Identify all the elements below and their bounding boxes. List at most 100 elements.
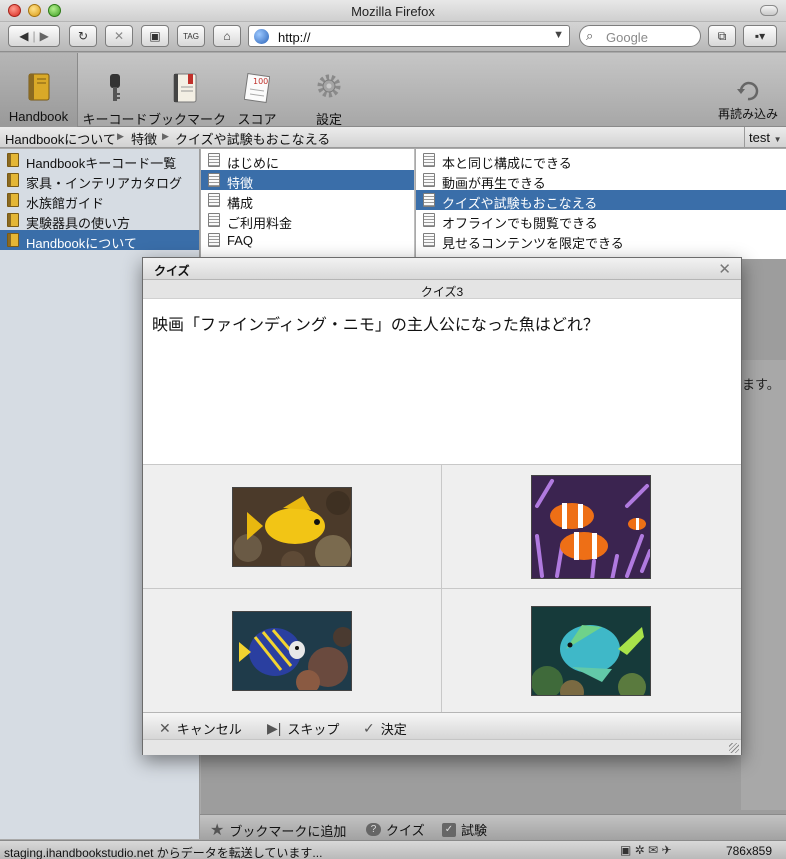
quiz-number: クイズ3 bbox=[143, 280, 741, 299]
toolbar-settings-label: 設定 bbox=[315, 112, 342, 127]
list-item-label: オフラインでも閲覧できる bbox=[442, 216, 598, 231]
list-item[interactable]: 本と同じ構成にできる bbox=[416, 150, 786, 171]
answer-choice-4[interactable] bbox=[442, 589, 740, 712]
breadcrumb-item[interactable]: Handbookについて bbox=[5, 129, 116, 148]
cancel-button[interactable]: ✕ キャンセル bbox=[159, 719, 242, 738]
list-item-label: クイズや試験もおこなえる bbox=[442, 196, 598, 211]
exam-button[interactable]: ✓ 試験 bbox=[442, 820, 487, 839]
dialog-status-strip bbox=[143, 739, 741, 755]
url-text[interactable]: http:// bbox=[278, 30, 311, 45]
search-icon[interactable]: ⌕ bbox=[586, 28, 593, 44]
book-icon bbox=[7, 213, 19, 227]
quiz-button[interactable]: ? クイズ bbox=[366, 820, 425, 839]
close-icon[interactable]: ✕ bbox=[718, 260, 731, 278]
camera-icon: ▪▾ bbox=[754, 29, 766, 43]
reload-button[interactable]: ↻ bbox=[69, 25, 97, 47]
url-dropdown-icon[interactable]: ▼ bbox=[553, 29, 564, 41]
list-item-label: 構成 bbox=[227, 196, 254, 211]
title-bar: Mozilla Firefox bbox=[0, 0, 786, 22]
chapter-list: はじめに 特徴 構成 ご利用料金 FAQ bbox=[201, 149, 415, 259]
answer-grid bbox=[143, 464, 741, 713]
back-forward-buttons[interactable]: ◀ | ▶ bbox=[8, 25, 60, 47]
tag-button[interactable]: TAG bbox=[177, 25, 205, 47]
toolbar-toggle-button[interactable] bbox=[760, 5, 778, 16]
reload-icon: ↻ bbox=[77, 29, 89, 43]
list-item[interactable]: 動画が再生できる bbox=[416, 170, 786, 191]
search-field[interactable]: ⌕ Google bbox=[579, 25, 701, 47]
list-item-selected[interactable]: Handbookについて bbox=[0, 230, 199, 251]
stop-button[interactable]: ✕ bbox=[105, 25, 133, 47]
emperor-angelfish-image bbox=[232, 610, 352, 691]
list-item[interactable]: Handbookキーコード一覧 bbox=[0, 150, 199, 171]
resize-grip-icon[interactable] bbox=[729, 743, 739, 753]
dialog-header: クイズ ✕ bbox=[143, 258, 741, 280]
list-item[interactable]: ご利用料金 bbox=[201, 210, 414, 231]
breadcrumb-item[interactable]: クイズや試験もおこなえる bbox=[175, 129, 330, 148]
breadcrumb-separator-icon: ▶ bbox=[117, 131, 124, 141]
window-button[interactable]: ▣ bbox=[141, 25, 169, 47]
toolbar-bookmark-label: ブックマーク bbox=[148, 112, 227, 127]
toolbar-handbook-label: Handbook bbox=[8, 109, 69, 124]
page-list: 本と同じ構成にできる 動画が再生できる クイズや試験もおこなえる オフラインでも… bbox=[416, 149, 786, 259]
list-item[interactable]: 家具・インテリアカタログ bbox=[0, 170, 199, 191]
page-icon bbox=[423, 193, 435, 207]
list-item-selected[interactable]: 特徴 bbox=[201, 170, 414, 191]
breadcrumb-item[interactable]: 特徴 bbox=[131, 129, 157, 148]
page-icon bbox=[208, 153, 220, 167]
list-item[interactable]: 構成 bbox=[201, 190, 414, 211]
content-text-fragment: ます。 bbox=[742, 377, 780, 392]
breadcrumb-separator-icon: ▶ bbox=[162, 131, 169, 141]
breadcrumb: Handbookについて ▶ 特徴 ▶ クイズや試験もおこなえる test ▼ bbox=[0, 127, 786, 148]
list-item[interactable]: オフラインでも閲覧できる bbox=[416, 210, 786, 231]
page-icon bbox=[208, 213, 220, 227]
reload-content-label: 再読み込み bbox=[717, 107, 778, 121]
yellow-fish-image bbox=[232, 486, 352, 567]
book-icon bbox=[7, 173, 19, 187]
list-item-selected[interactable]: クイズや試験もおこなえる bbox=[416, 190, 786, 211]
list-item[interactable]: 見せるコンテンツを限定できる bbox=[416, 230, 786, 251]
back-arrow-icon[interactable]: ◀ bbox=[19, 29, 28, 43]
list-item-label: 水族館ガイド bbox=[26, 196, 105, 211]
checkmark-icon: ✓ bbox=[363, 720, 375, 736]
page-icon bbox=[423, 153, 435, 167]
list-item-label: 見せるコンテンツを限定できる bbox=[442, 236, 624, 251]
home-button[interactable]: ⌂ bbox=[213, 25, 241, 47]
star-icon: ★ bbox=[210, 822, 225, 839]
settings-menu-button[interactable]: ▪▾ bbox=[743, 25, 777, 47]
gear-icon bbox=[317, 74, 341, 98]
url-bar[interactable]: http:// ▼ bbox=[248, 25, 570, 47]
list-item-label: Handbookキーコード一覧 bbox=[26, 156, 177, 171]
list-item-label: 特徴 bbox=[227, 176, 254, 191]
list-item-label: Handbookについて bbox=[26, 236, 137, 251]
add-bookmark-button[interactable]: ★ ブックマークに追加 bbox=[210, 820, 346, 840]
list-item[interactable]: 水族館ガイド bbox=[0, 190, 199, 211]
list-item[interactable]: はじめに bbox=[201, 150, 414, 171]
list-item[interactable]: 実験器具の使い方 bbox=[0, 210, 199, 231]
list-item-label: 本と同じ構成にできる bbox=[442, 156, 572, 171]
toolbar-bookmark[interactable]: ブックマーク bbox=[148, 53, 227, 127]
toolbar-settings[interactable]: 設定 bbox=[300, 53, 358, 127]
forward-arrow-icon[interactable]: ▶ bbox=[40, 29, 49, 43]
skip-button[interactable]: ▶| スキップ bbox=[267, 719, 339, 738]
list-item[interactable]: FAQ bbox=[201, 230, 414, 250]
decide-button[interactable]: ✓ 決定 bbox=[363, 719, 407, 738]
answer-choice-1[interactable] bbox=[143, 465, 441, 588]
answer-choice-2[interactable] bbox=[442, 465, 740, 588]
reload-content-button[interactable]: 再読み込み bbox=[710, 53, 786, 127]
home-icon: ⌂ bbox=[223, 29, 231, 43]
answer-choice-3[interactable] bbox=[143, 589, 441, 712]
skip-label: スキップ bbox=[287, 722, 340, 737]
skip-icon: ▶| bbox=[267, 720, 282, 736]
navigation-toolbar: ◀ | ▶ ↻ ✕ ▣ TAG ⌂ http:// ▼ ⌕ Google ⧉ ▪▾ bbox=[0, 22, 786, 52]
toolbar-keycode[interactable]: キーコード bbox=[80, 53, 150, 127]
test-select[interactable]: test ▼ bbox=[744, 127, 786, 147]
list-item-label: 動画が再生できる bbox=[442, 176, 546, 191]
decide-label: 決定 bbox=[380, 722, 407, 737]
tabs-button[interactable]: ⧉ bbox=[708, 25, 736, 47]
toolbar-handbook[interactable]: Handbook bbox=[0, 53, 78, 127]
toolbar-score[interactable]: 100 スコア bbox=[228, 53, 286, 127]
toolbar-score-label: スコア bbox=[237, 112, 277, 127]
quiz-question: 映画「ファインディング・ニモ」の主人公になった魚はどれ？ bbox=[152, 317, 599, 334]
test-select-value: test bbox=[749, 130, 770, 145]
status-text: staging.ihandbookstudio.net からデータを転送していま… bbox=[4, 846, 323, 859]
